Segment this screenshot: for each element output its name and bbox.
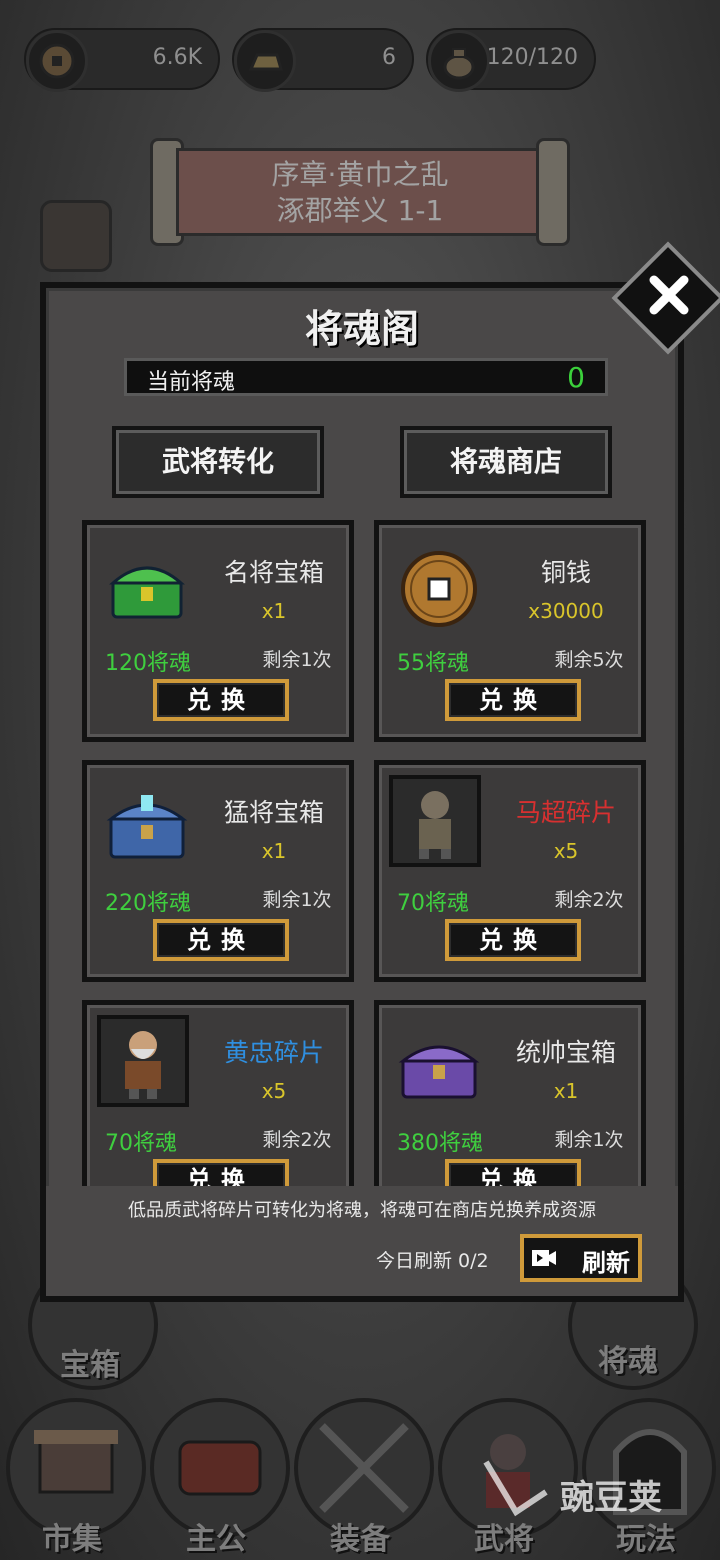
nav-lord-label: 主公 (186, 1522, 246, 1557)
refresh-label: 刷新 (582, 1249, 630, 1277)
current-soul-bar: 当前将魂 0 (124, 358, 608, 396)
exchange-card: 铜钱 x30000 55将魂 剩余5次 兑换 (374, 520, 646, 742)
item-remaining: 剩余1次 (262, 649, 332, 671)
machao-portrait-icon (389, 775, 481, 867)
item-remaining: 剩余1次 (262, 889, 332, 911)
book-icon[interactable] (40, 200, 112, 272)
refresh-button[interactable]: 刷新 (520, 1234, 642, 1282)
general-soul-label: 将魂 (598, 1344, 658, 1379)
purple-chest-icon (398, 1045, 480, 1099)
item-remaining: 剩余2次 (554, 889, 624, 911)
item-name: 马超碎片 (515, 798, 616, 827)
food-resource[interactable]: 120/120 (426, 28, 596, 92)
coin-resource[interactable]: 6.6K (24, 28, 220, 92)
exchange-card: 黄忠碎片 x5 70将魂 剩余2次 兑换 (82, 1000, 354, 1190)
redeem-button[interactable]: 兑换 (445, 919, 581, 961)
redeem-label: 兑换 (187, 926, 255, 954)
footer-note: 低品质武将碎片可转化为将魂，将魂可在商店兑换养成资源 (128, 1200, 596, 1221)
gold-value: 6 (382, 45, 396, 70)
item-name: 黄忠碎片 (223, 1038, 324, 1067)
redeem-button[interactable]: 兑换 (153, 679, 289, 721)
coin-value: 6.6K (152, 45, 202, 70)
exchange-card: 名将宝箱 x1 120将魂 剩余1次 兑换 (82, 520, 354, 742)
item-name: 铜钱 (540, 558, 591, 587)
item-quantity: x1 (553, 1079, 579, 1103)
modal-title: 将魂阁 (304, 307, 419, 351)
food-value: 120/120 (486, 45, 578, 70)
modal-footer: 低品质武将碎片可转化为将魂，将魂可在商店兑换养成资源 今日刷新 0/2 刷新 (46, 1186, 678, 1296)
item-quantity: x5 (261, 1079, 287, 1103)
item-cost: 70将魂 (105, 1131, 177, 1156)
soul-shop-label: 将魂商店 (449, 445, 562, 478)
copper-coin-icon (401, 551, 477, 627)
redeem-label: 兑换 (479, 686, 547, 714)
chapter-stage: 涿郡举义 1-1 (276, 194, 444, 227)
item-quantity: x1 (261, 839, 287, 863)
watermark-logo-icon (483, 1460, 548, 1517)
general-soul-pavilion-modal: 将魂阁 当前将魂 0 武将转化 将魂商店 名将宝箱 x1 120将魂 剩余1次 … (40, 282, 684, 1302)
green-chest-icon (109, 566, 185, 619)
exchange-list[interactable]: 名将宝箱 x1 120将魂 剩余1次 兑换 铜钱 x30000 55将魂 剩余5… (46, 516, 678, 1190)
chapter-title: 序章·黄巾之乱 (271, 158, 449, 191)
redeem-button[interactable]: 兑换 (153, 919, 289, 961)
chapter-scroll-body: 序章·黄巾之乱 涿郡举义 1-1 (176, 148, 544, 236)
gold-resource[interactable]: 6 (232, 28, 414, 92)
item-name: 猛将宝箱 (223, 798, 324, 827)
exchange-card: 统帅宝箱 x1 380将魂 剩余1次 兑换 (374, 1000, 646, 1190)
blue-chest-icon (106, 795, 188, 859)
item-cost: 55将魂 (397, 651, 469, 676)
redeem-label: 兑换 (187, 686, 255, 714)
item-cost: 220将魂 (105, 891, 191, 916)
item-cost: 70将魂 (397, 891, 469, 916)
item-quantity: x30000 (528, 599, 604, 623)
gold-ingot-icon (234, 30, 296, 92)
nav-market-label: 市集 (42, 1522, 102, 1557)
nav-gameplay-label: 玩法 (616, 1522, 676, 1557)
nav-equipment-label: 装备 (330, 1522, 390, 1557)
item-remaining: 剩余1次 (554, 1129, 624, 1151)
item-cost: 380将魂 (397, 1131, 483, 1156)
scroll-rod-right (536, 138, 570, 246)
close-icon (649, 275, 689, 315)
current-soul-value: 0 (567, 361, 585, 394)
item-name: 名将宝箱 (223, 558, 324, 587)
exchange-card: 猛将宝箱 x1 220将魂 剩余1次 兑换 (82, 760, 354, 982)
item-remaining: 剩余2次 (262, 1129, 332, 1151)
item-name: 统帅宝箱 (515, 1038, 616, 1067)
redeem-button[interactable]: 兑换 (445, 679, 581, 721)
huangzhong-portrait-icon (97, 1015, 189, 1107)
convert-general-label: 武将转化 (161, 445, 274, 478)
food-sack-icon (428, 30, 490, 92)
item-cost: 120将魂 (105, 651, 191, 676)
watermark-text: 豌豆荚 (560, 1478, 662, 1518)
refresh-count: 今日刷新 0/2 (376, 1250, 489, 1272)
current-soul-label: 当前将魂 (147, 370, 236, 395)
redeem-label: 兑换 (479, 926, 547, 954)
exchange-card: 马超碎片 x5 70将魂 剩余2次 兑换 (374, 760, 646, 982)
soul-shop-button[interactable]: 将魂商店 (400, 426, 612, 498)
coin-icon (26, 30, 88, 92)
item-quantity: x5 (553, 839, 579, 863)
video-ad-icon (532, 1250, 556, 1266)
chapter-scroll[interactable]: 序章·黄巾之乱 涿郡举义 1-1 (150, 138, 570, 246)
item-quantity: x1 (261, 599, 287, 623)
treasure-label: 宝箱 (60, 1348, 120, 1383)
item-remaining: 剩余5次 (554, 649, 624, 671)
convert-general-button[interactable]: 武将转化 (112, 426, 324, 498)
